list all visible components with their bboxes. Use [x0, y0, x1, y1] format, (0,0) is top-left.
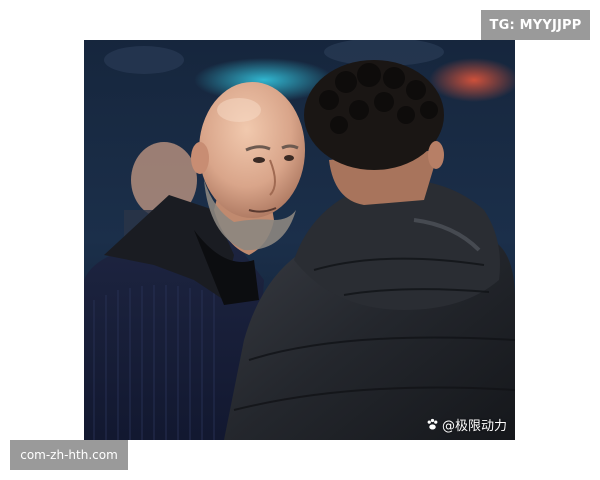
photo-watermark: @极限动力	[426, 415, 507, 434]
photo: @极限动力	[84, 40, 515, 440]
watermark-text: @极限动力	[441, 419, 507, 434]
top-tag-label: TG: MYYJJPP	[481, 10, 590, 40]
page-canvas: TG: MYYJJPP @极限动力 com-zh-hth.com	[0, 0, 600, 480]
bottom-tag-label: com-zh-hth.com	[10, 440, 128, 470]
paw-icon	[427, 418, 438, 430]
blurred-light-red	[429, 58, 515, 102]
photo-illustration	[84, 40, 515, 440]
